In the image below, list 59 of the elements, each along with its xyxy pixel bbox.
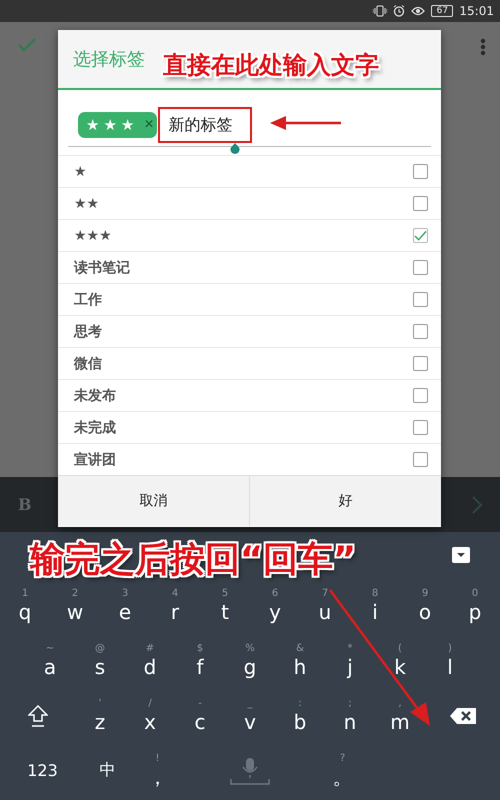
tag-list-item[interactable]: ★ xyxy=(58,155,441,187)
checkbox[interactable] xyxy=(413,356,428,371)
key[interactable]: # d xyxy=(125,633,175,688)
checkbox[interactable] xyxy=(413,324,428,339)
chip-label: ★★★ xyxy=(86,116,138,134)
arrow xyxy=(270,116,341,130)
tag-list-item[interactable]: 工作 xyxy=(58,283,441,315)
battery-level: 67 xyxy=(431,5,454,17)
key[interactable]: , m xyxy=(375,688,425,743)
key[interactable]: @ s xyxy=(75,633,125,688)
checkbox[interactable] xyxy=(413,420,428,435)
key[interactable]: ) l xyxy=(425,633,475,688)
checkmark-icon[interactable] xyxy=(18,38,36,52)
key[interactable]: 中 xyxy=(85,743,130,798)
microphone-space-icon xyxy=(230,756,270,786)
alarm-icon xyxy=(393,5,406,17)
tag-list-item[interactable]: 读书笔记 xyxy=(58,251,441,283)
key[interactable]: 9 o xyxy=(400,578,450,633)
key[interactable]: & h xyxy=(275,633,325,688)
key[interactable]: _ v xyxy=(225,688,275,743)
key[interactable]: : b xyxy=(275,688,325,743)
vibrate-icon xyxy=(373,5,388,17)
checkbox[interactable] xyxy=(413,260,428,275)
chevron-right-icon[interactable] xyxy=(472,496,482,514)
clock-time: 15:01 xyxy=(459,4,494,18)
backspace-icon xyxy=(450,708,476,724)
checkbox[interactable] xyxy=(413,164,428,179)
key[interactable]: 123 xyxy=(0,743,85,798)
more-menu-icon[interactable] xyxy=(480,38,486,56)
tag-list-item[interactable]: 未发布 xyxy=(58,379,441,411)
key[interactable]: ; n xyxy=(325,688,375,743)
annotation-text: 直接在此处输入文字 xyxy=(163,50,379,81)
shift-arrow-icon xyxy=(28,704,48,726)
checkbox[interactable] xyxy=(413,228,428,243)
checkbox[interactable] xyxy=(413,196,428,211)
checkbox[interactable] xyxy=(413,292,428,307)
key[interactable]: ~ a xyxy=(25,633,75,688)
key[interactable]: / x xyxy=(125,688,175,743)
text-cursor-handle-icon[interactable] xyxy=(229,143,241,155)
key[interactable]: $ f xyxy=(175,633,225,688)
key[interactable]: 0 p xyxy=(450,578,500,633)
key[interactable]: ? 。 xyxy=(315,743,370,798)
hide-keyboard-icon[interactable] xyxy=(452,547,470,563)
check-icon xyxy=(414,230,427,242)
checkbox[interactable] xyxy=(413,388,428,403)
tag-list-item[interactable]: ★★ xyxy=(58,187,441,219)
key[interactable]: - c xyxy=(175,688,225,743)
eye-icon xyxy=(411,6,426,16)
key[interactable]: ( k xyxy=(375,633,425,688)
dialog-title: 选择标签 xyxy=(73,48,145,71)
tag-list-item[interactable]: 未完成 xyxy=(58,411,441,443)
key[interactable]: * j xyxy=(325,633,375,688)
tag-list-item[interactable]: 思考 xyxy=(58,315,441,347)
key[interactable]: ! ， xyxy=(130,743,185,798)
tag-list-item[interactable]: ★★★ xyxy=(58,219,441,251)
key[interactable]: ' z xyxy=(75,688,125,743)
key[interactable]: % g xyxy=(225,633,275,688)
tag-list-item[interactable]: 微信 xyxy=(58,347,441,379)
checkbox[interactable] xyxy=(413,452,428,467)
